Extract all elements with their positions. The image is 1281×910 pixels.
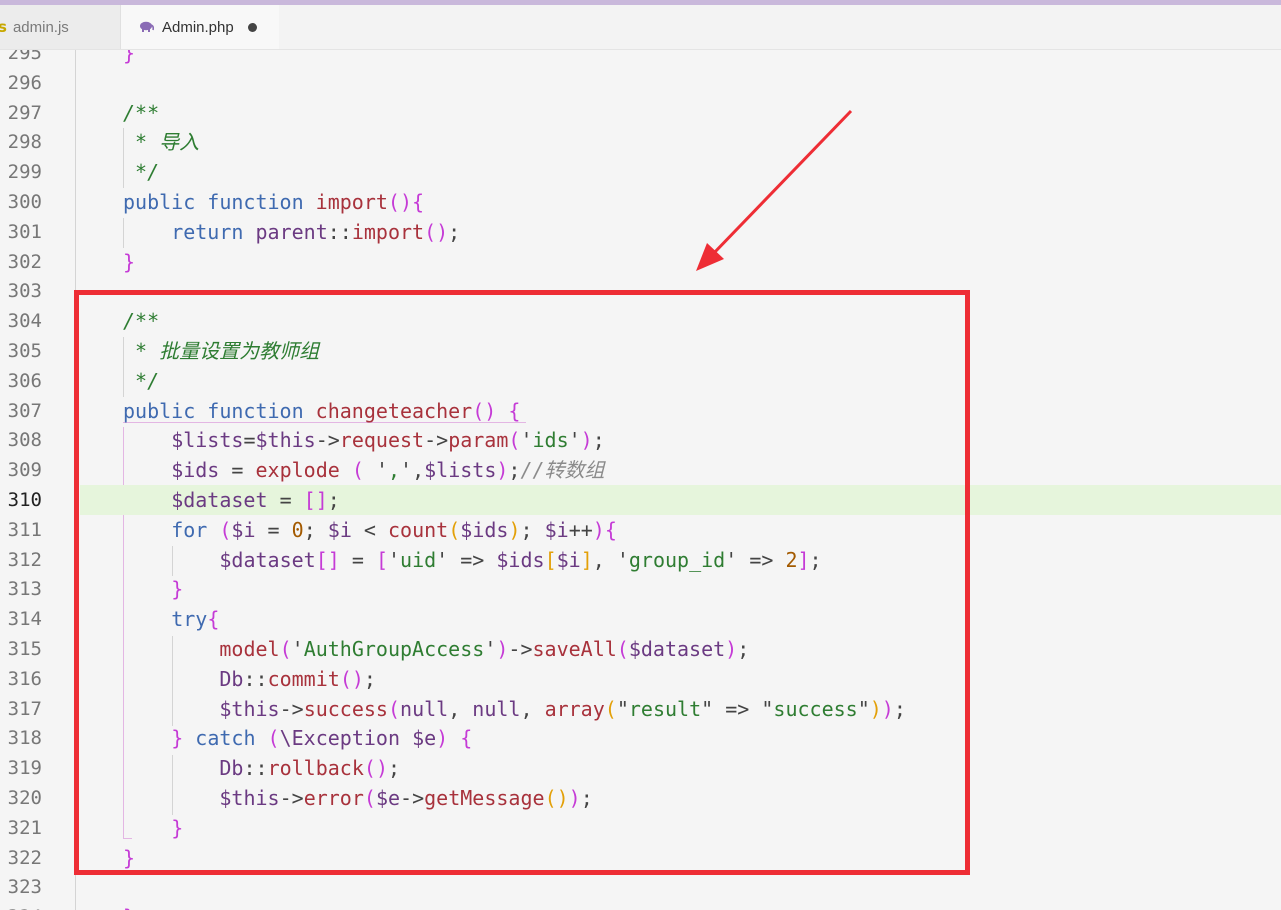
annotation-arrow-icon — [696, 109, 853, 271]
